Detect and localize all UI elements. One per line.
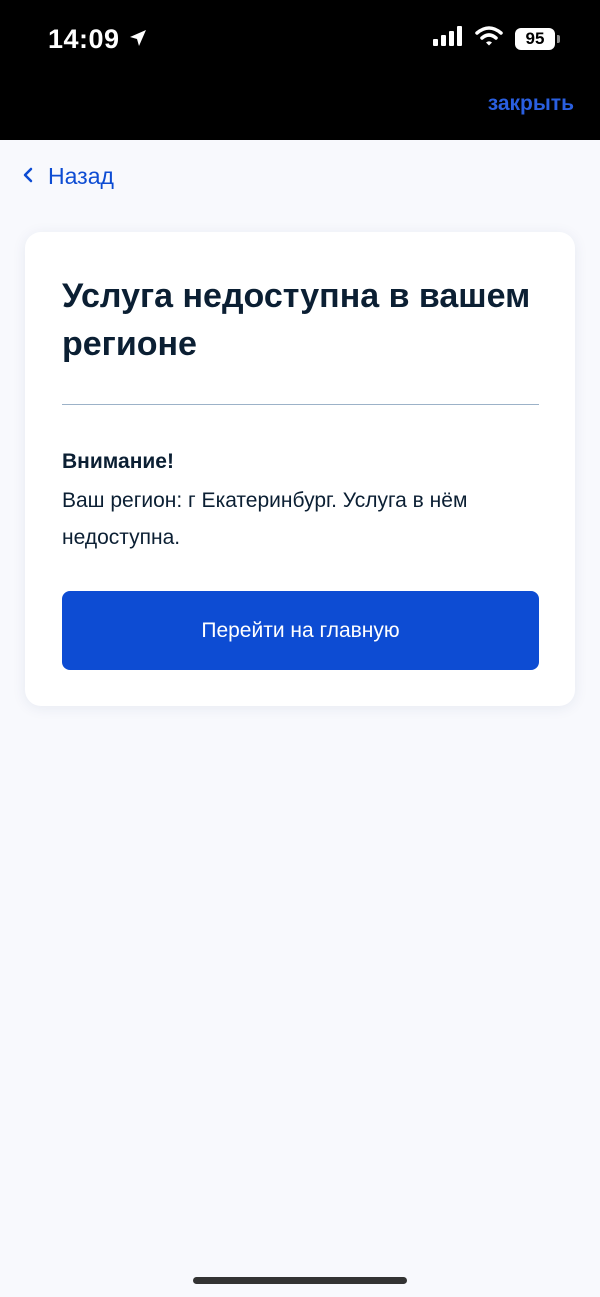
notice-label: Внимание! (62, 450, 174, 473)
location-arrow-icon (128, 24, 148, 55)
battery-level: 95 (515, 27, 555, 50)
service-unavailable-card: Услуга недоступна в вашем регионе Вниман… (25, 232, 575, 706)
notice-text: Ваш регион: г Екатеринбург. Услуга в нём… (62, 489, 468, 549)
battery-indicator: 95 (515, 27, 560, 50)
close-button[interactable]: закрыть (488, 92, 574, 116)
divider (62, 404, 539, 405)
wifi-icon (475, 26, 503, 51)
chevron-left-icon (22, 163, 34, 190)
status-time-group: 14:09 (48, 24, 148, 55)
top-bar: 14:09 95 закрыть (0, 0, 600, 140)
battery-cap (557, 34, 560, 43)
back-button[interactable]: Назад (22, 163, 114, 190)
home-indicator (193, 1277, 407, 1284)
go-home-button[interactable]: Перейти на главную (62, 591, 539, 670)
cellular-signal-icon (433, 26, 463, 51)
status-indicators: 95 (433, 26, 560, 51)
back-button-label: Назад (48, 163, 114, 189)
status-time: 14:09 (48, 24, 120, 54)
card-title: Услуга недоступна в вашем регионе (62, 277, 531, 363)
